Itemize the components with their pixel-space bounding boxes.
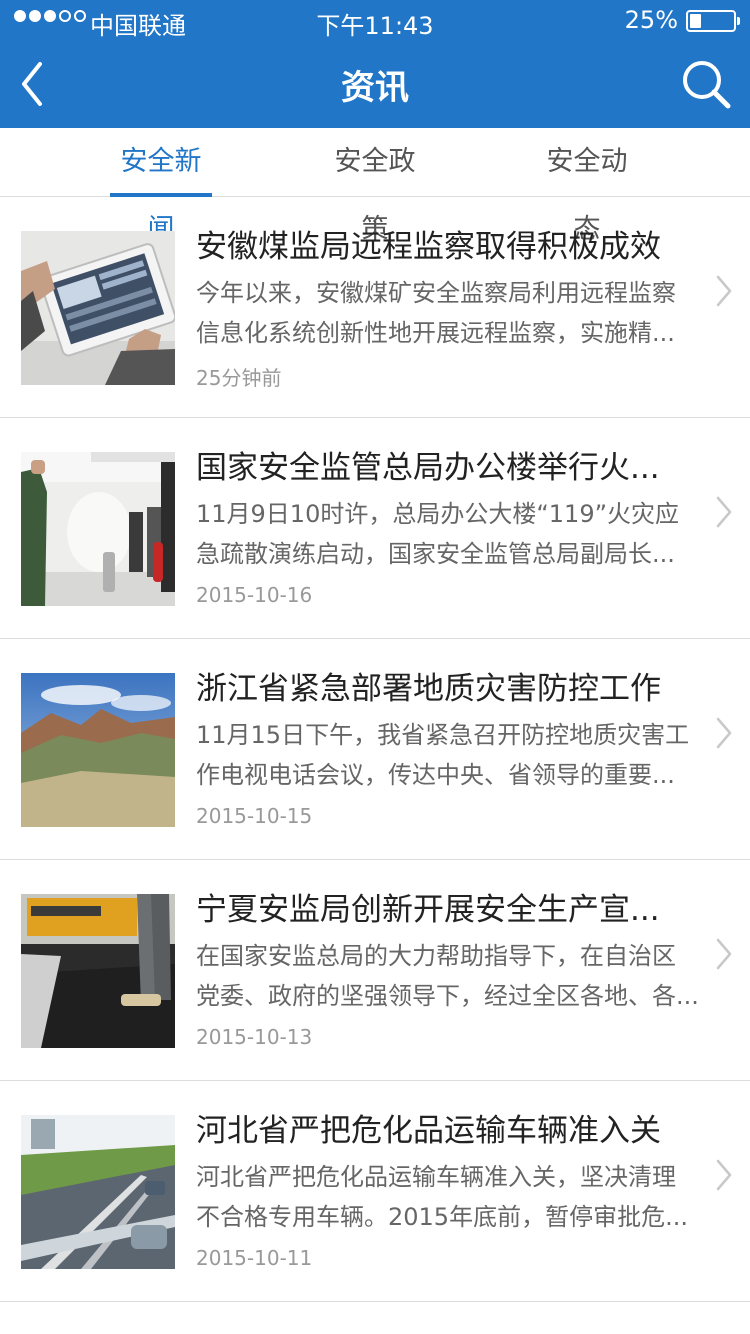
summary-line: 作电视电话会议，传达中央、省领导的重要... — [196, 761, 675, 789]
news-date: 2015-10-11 — [196, 1246, 313, 1270]
news-title: 河北省严把危化品运输车辆准入关 — [196, 1113, 661, 1149]
news-thumbnail — [21, 894, 175, 1048]
summary-line: 河北省严把危化品运输车辆准入关，坚决清理 — [196, 1163, 676, 1191]
news-summary: 河北省严把危化品运输车辆准入关，坚决清理 不合格专用车辆。2015年底前，暂停审… — [196, 1157, 701, 1237]
tab-safety-policy[interactable]: 安全政策 — [322, 128, 428, 245]
chevron-right-icon — [716, 1159, 732, 1191]
news-title: 浙江省紧急部署地质灾害防控工作 — [196, 671, 661, 707]
news-item[interactable]: 安徽煤监局远程监察取得积极成效 今年以来，安徽煤矿安全监察局利用远程监察 信息化… — [0, 197, 750, 418]
search-button[interactable] — [674, 52, 738, 116]
summary-line: 急疏散演练启动，国家安全监管总局副局长... — [196, 540, 675, 568]
category-tabs: 安全新闻 安全政策 安全动态 — [0, 128, 750, 245]
chevron-right-icon — [716, 717, 732, 749]
news-thumbnail — [21, 1115, 175, 1269]
news-summary: 11月15日下午，我省紧急召开防控地质灾害工 作电视电话会议，传达中央、省领导的… — [196, 715, 701, 795]
nav-bar: 资讯 — [0, 40, 750, 128]
search-icon — [683, 61, 731, 109]
summary-line: 11月9日10时许，总局办公大楼“119”火灾应 — [196, 500, 680, 528]
summary-line: 不合格专用车辆。2015年底前，暂停审批危... — [196, 1203, 688, 1231]
battery-level — [690, 14, 701, 28]
news-summary: 今年以来，安徽煤矿安全监察局利用远程监察 信息化系统创新性地开展远程监察，实施精… — [196, 273, 701, 353]
summary-line: 党委、政府的坚强领导下，经过全区各地、各... — [196, 982, 699, 1010]
news-summary: 11月9日10时许，总局办公大楼“119”火灾应 急疏散演练启动，国家安全监管总… — [196, 494, 701, 574]
page-title: 资讯 — [341, 68, 409, 108]
news-item[interactable]: 国家安全监管总局办公楼举行火... 11月9日10时许，总局办公大楼“119”火… — [0, 418, 750, 639]
news-list: 安徽煤监局远程监察取得积极成效 今年以来，安徽煤矿安全监察局利用远程监察 信息化… — [0, 197, 750, 1302]
news-date: 25分钟前 — [196, 366, 282, 390]
news-date: 2015-10-16 — [196, 583, 313, 607]
tab-safety-updates[interactable]: 安全动态 — [534, 128, 640, 245]
news-item[interactable]: 宁夏安监局创新开展安全生产宣... 在国家安监总局的大力帮助指导下，在自治区 党… — [0, 860, 750, 1081]
chevron-right-icon — [716, 275, 732, 307]
tab-safety-news[interactable]: 安全新闻 — [110, 128, 212, 245]
news-thumbnail — [21, 673, 175, 827]
news-title: 国家安全监管总局办公楼举行火... — [196, 450, 660, 486]
news-thumbnail — [21, 452, 175, 606]
news-date: 2015-10-15 — [196, 804, 313, 828]
chevron-right-icon — [716, 496, 732, 528]
news-date: 2015-10-13 — [196, 1025, 313, 1049]
top-bar: 中国联通 下午11:43 25% 资讯 — [0, 0, 750, 128]
news-item[interactable]: 河北省严把危化品运输车辆准入关 河北省严把危化品运输车辆准入关，坚决清理 不合格… — [0, 1081, 750, 1302]
news-item[interactable]: 浙江省紧急部署地质灾害防控工作 11月15日下午，我省紧急召开防控地质灾害工 作… — [0, 639, 750, 860]
battery-icon — [686, 10, 740, 32]
news-summary: 在国家安监总局的大力帮助指导下，在自治区 党委、政府的坚强领导下，经过全区各地、… — [196, 936, 701, 1016]
news-thumbnail — [21, 231, 175, 385]
news-title: 宁夏安监局创新开展安全生产宣... — [196, 892, 660, 928]
news-title: 安徽煤监局远程监察取得积极成效 — [196, 229, 661, 265]
summary-line: 今年以来，安徽煤矿安全监察局利用远程监察 — [196, 279, 676, 307]
chevron-right-icon — [716, 938, 732, 970]
summary-line: 11月15日下午，我省紧急召开防控地质灾害工 — [196, 721, 690, 749]
status-bar: 中国联通 下午11:43 25% — [0, 0, 750, 40]
summary-line: 信息化系统创新性地开展远程监察，实施精... — [196, 319, 675, 347]
summary-line: 在国家安监总局的大力帮助指导下，在自治区 — [196, 942, 676, 970]
battery-percent: 25% — [624, 6, 678, 34]
